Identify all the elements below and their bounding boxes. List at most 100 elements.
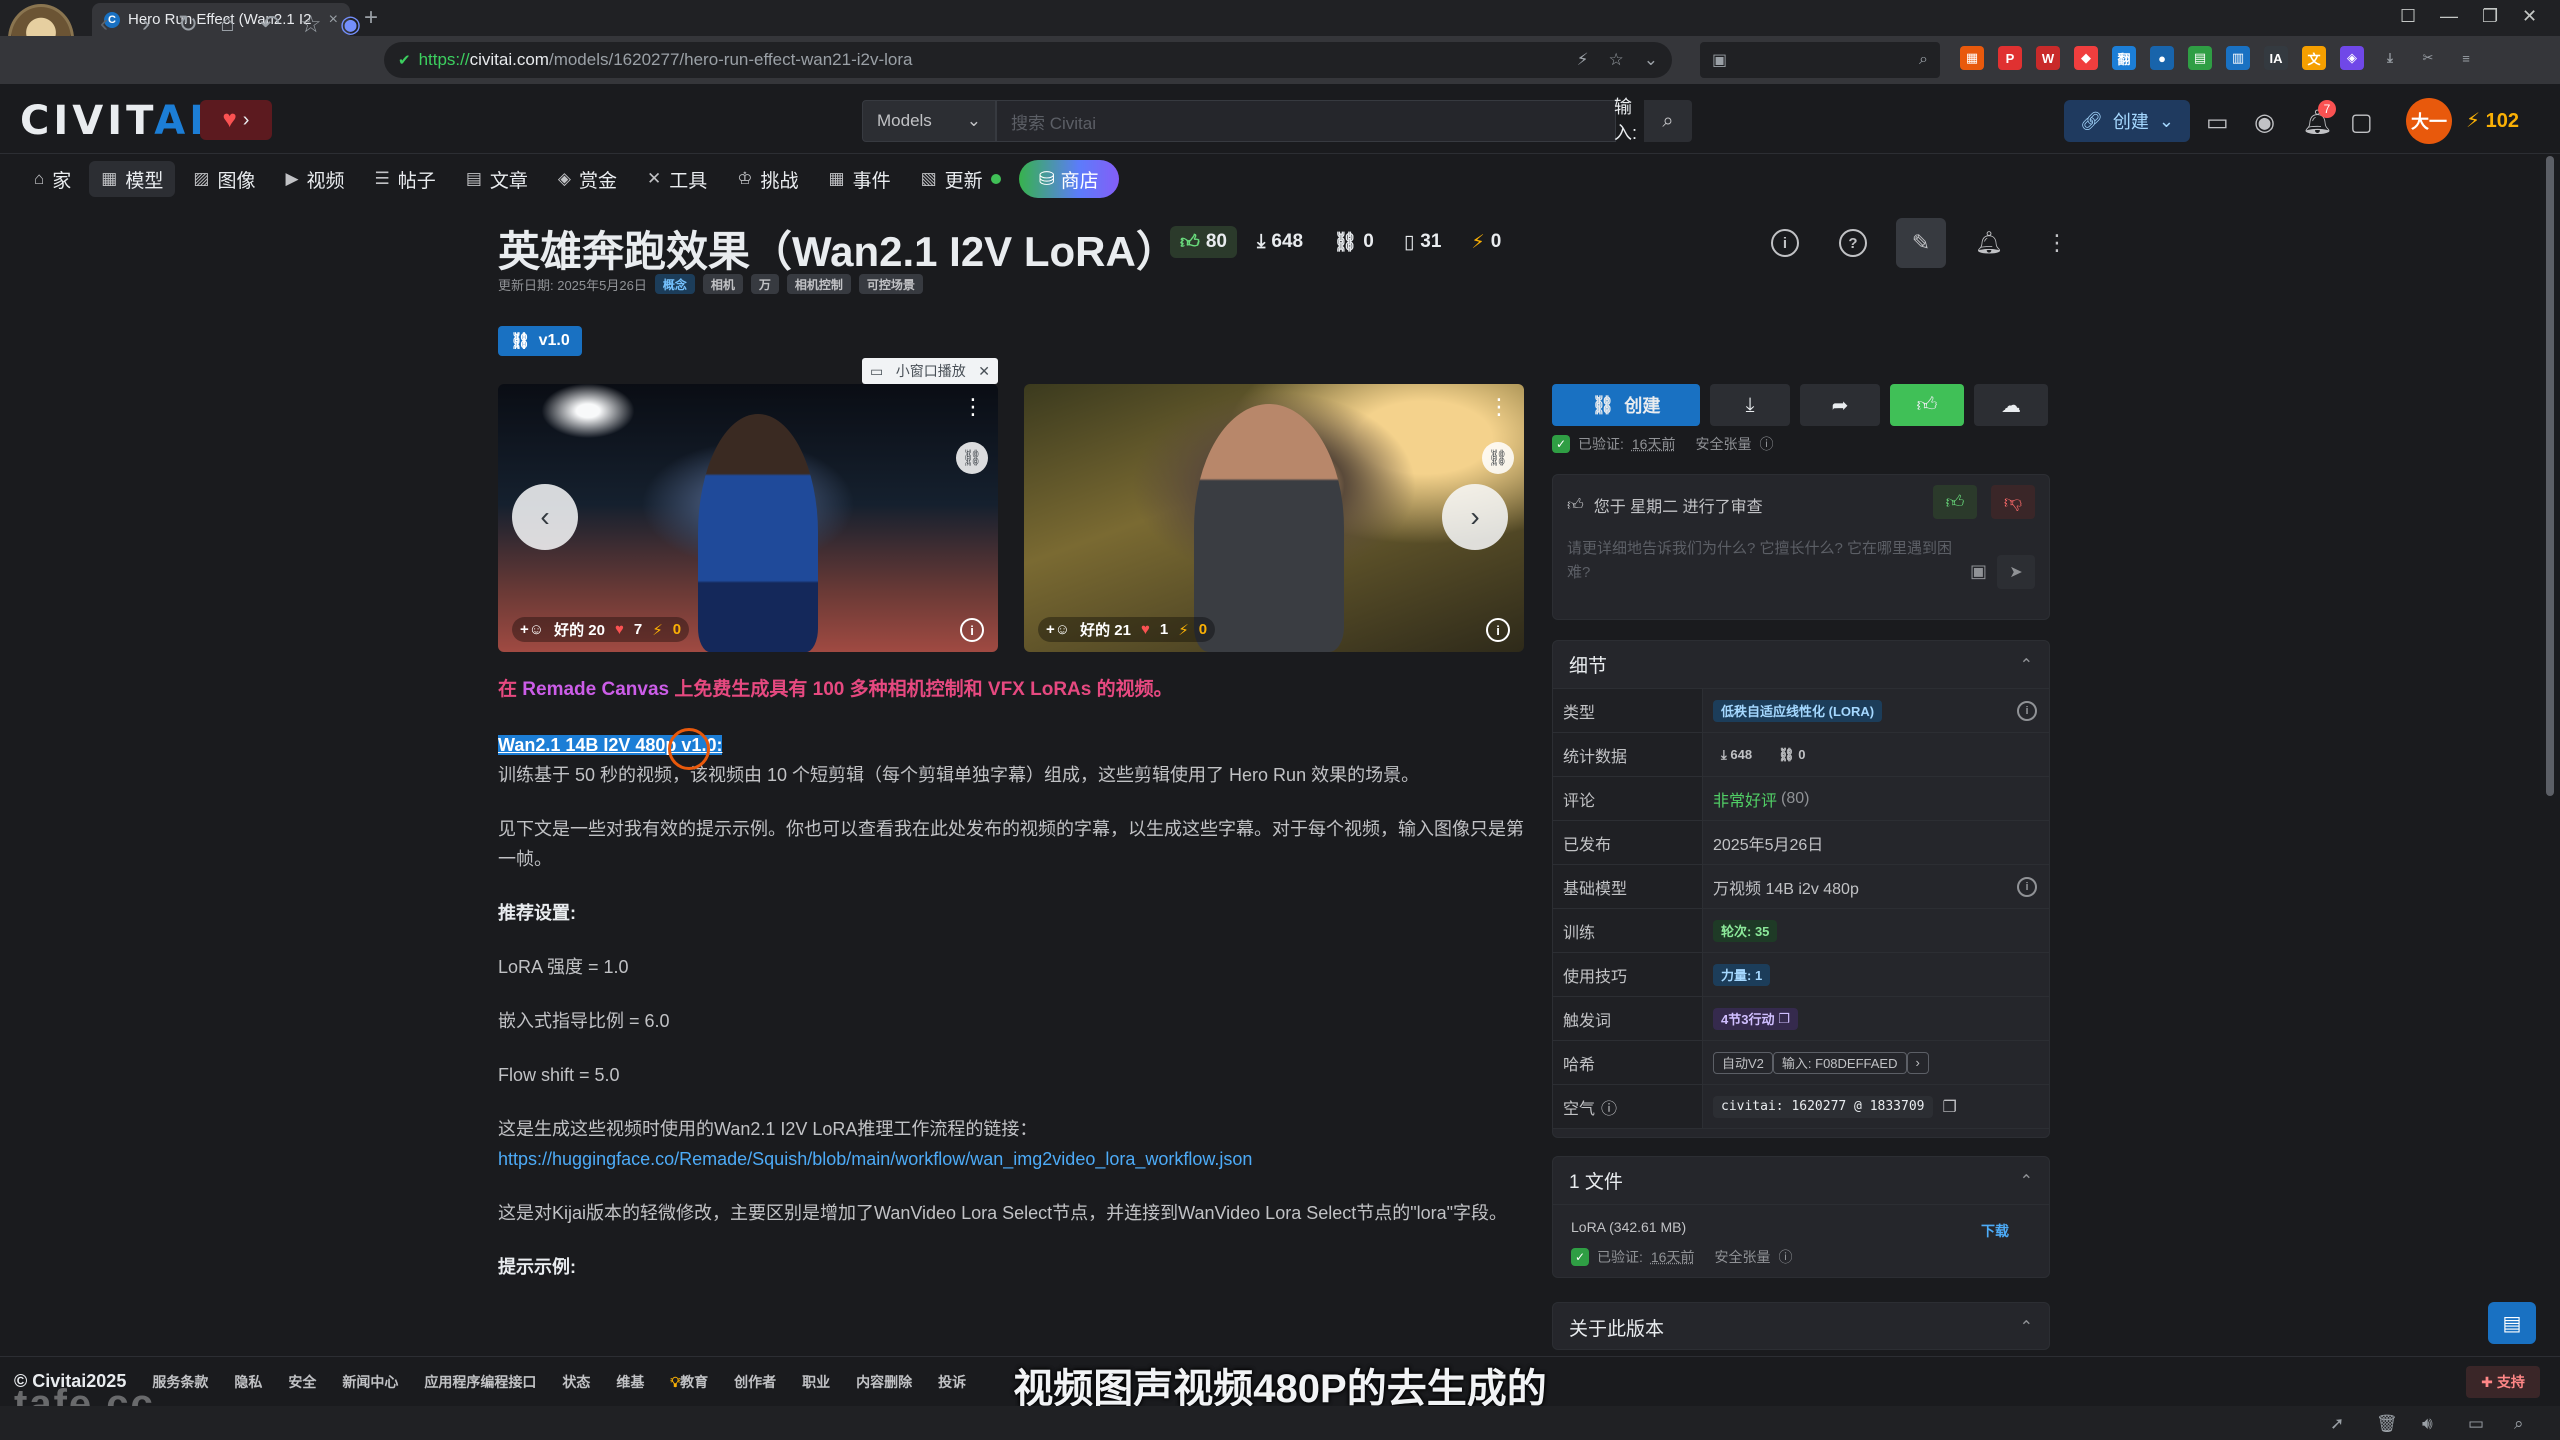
grid-app-icon[interactable]: ▦ xyxy=(1960,46,1984,70)
likes-stat[interactable]: 👍︎ 80 xyxy=(1170,226,1237,258)
translate-alt-icon[interactable]: 文 xyxy=(2302,46,2326,70)
info-icon[interactable]: i xyxy=(1486,618,1510,642)
nav-updates[interactable]: ▧ 更新 xyxy=(909,161,1013,197)
screen-icon[interactable]: ▭ xyxy=(2206,108,2229,137)
info-icon[interactable]: ⓘ xyxy=(1759,434,1773,454)
version-button[interactable]: ⛓ v1.0 xyxy=(498,326,582,356)
more-vertical-icon[interactable]: ⋮ xyxy=(962,394,984,420)
footer-link-report[interactable]: 投诉 xyxy=(938,1372,966,1392)
image-reactions[interactable]: +☺ 好的 21 ♥ 1 ⚡ 0 xyxy=(1038,617,1216,642)
picture-in-picture-button[interactable]: ▭ 小窗口播放 ✕ xyxy=(862,358,998,384)
carousel-prev-button[interactable]: ‹ xyxy=(512,484,578,550)
shield-ext-icon[interactable]: ◆ xyxy=(2074,46,2098,70)
link-icon[interactable]: ⛓ xyxy=(956,442,988,474)
nav-models[interactable]: ▦ 模型 xyxy=(89,161,176,197)
restore-icon[interactable]: ❐ xyxy=(2482,6,2498,27)
site-search-input[interactable]: 搜索 Civitai xyxy=(996,100,1616,142)
address-bar[interactable]: ✔ https://civitai.com/models/1620277/her… xyxy=(384,42,1672,78)
chat-icon[interactable]: ▢ xyxy=(2350,108,2373,137)
brush-button[interactable]: ✎ xyxy=(1896,218,1946,268)
copy-icon[interactable]: ❐ xyxy=(1943,1097,1957,1117)
tag-chip[interactable]: 可控场景 xyxy=(858,274,923,294)
footer-link-careers[interactable]: 职业 xyxy=(802,1372,830,1392)
file-download-link[interactable]: 下载 xyxy=(1981,1221,2009,1241)
info-icon[interactable]: i xyxy=(2017,700,2037,721)
lightning-icon[interactable]: ⚡ xyxy=(1577,50,1589,70)
like-button[interactable]: 👍︎ xyxy=(1890,384,1964,426)
scissors-icon[interactable]: ✂ xyxy=(2416,46,2440,70)
reader-icon[interactable]: ▥ xyxy=(2226,46,2250,70)
hash-type-select[interactable]: 自动V2 xyxy=(1713,1051,1773,1074)
nav-tools[interactable]: ✕ 工具 xyxy=(635,161,719,197)
info-button[interactable]: i xyxy=(1760,218,1810,268)
back-icon[interactable]: ‹ xyxy=(100,10,108,38)
buzz-stat[interactable]: ⚡ 0 xyxy=(1461,226,1511,258)
forward-icon[interactable]: › xyxy=(142,10,150,38)
footer-link-newsroom[interactable]: 新闻中心 xyxy=(342,1372,398,1392)
nav-articles[interactable]: ▤ 文章 xyxy=(454,161,540,197)
zoom-icon[interactable]: ⌕ xyxy=(2514,1414,2524,1434)
new-tab-icon[interactable]: + xyxy=(364,4,378,32)
extension-ai-icon[interactable]: ◉ xyxy=(340,10,361,39)
nav-home[interactable]: ⌂ 家 xyxy=(22,161,83,197)
buzz-balance[interactable]: ⚡ 102 xyxy=(2466,108,2519,133)
close-window-icon[interactable]: ✕ xyxy=(2522,6,2537,27)
files-header[interactable]: 1 文件 ⌃ xyxy=(1553,1157,2049,1205)
footer-link-privacy[interactable]: 隐私 xyxy=(234,1372,262,1392)
favorite-star-icon[interactable]: ☆ xyxy=(1609,50,1624,70)
download-button[interactable]: ⤓ xyxy=(1710,384,1790,426)
cloud-save-button[interactable]: ☁ xyxy=(1974,384,2048,426)
chat-fab-button[interactable]: ▤ xyxy=(2488,1302,2536,1344)
nav-videos[interactable]: ▶ 视频 xyxy=(273,161,356,197)
shop-button[interactable]: ⛁ 商店 xyxy=(1018,160,1119,198)
office-icon[interactable]: W xyxy=(2036,46,2060,70)
footer-link-education[interactable]: 💡︎教育 xyxy=(670,1372,708,1392)
download-icon[interactable]: ⤓ xyxy=(2378,46,2402,70)
reload-icon[interactable]: ↻ xyxy=(178,10,198,39)
civitai-logo[interactable]: CIVITAI xyxy=(20,98,208,144)
footer-link-content-removal[interactable]: 内容删除 xyxy=(856,1372,912,1392)
minimize-icon[interactable]: — xyxy=(2440,6,2458,27)
more-menu-button[interactable]: ⋮ xyxy=(2032,218,2082,268)
footer-link-wiki[interactable]: 维基 xyxy=(616,1372,644,1392)
pdf-icon[interactable]: P xyxy=(1998,46,2022,70)
search-icon[interactable]: ⌕ xyxy=(1919,51,1928,69)
bookmarks-stat[interactable]: ▯ 31 xyxy=(1394,226,1452,258)
chrome-ext-icon[interactable]: ● xyxy=(2150,46,2174,70)
undo-icon[interactable]: ↶ xyxy=(260,10,280,39)
search-category-select[interactable]: Models ⌄ xyxy=(862,100,996,142)
attach-image-icon[interactable]: ▣ xyxy=(1970,561,1987,582)
footer-link-terms[interactable]: 服务条款 xyxy=(152,1372,208,1392)
browser-search-box[interactable]: ▣ ⌕ xyxy=(1700,42,1940,78)
reviews-rating[interactable]: 非常好评 xyxy=(1713,787,1777,811)
review-thumbs-up-button[interactable]: 👍︎ xyxy=(1933,485,1977,519)
menu-icon[interactable]: ≡ xyxy=(2454,46,2478,70)
review-thumbs-down-button[interactable]: 👎︎ xyxy=(1991,485,2035,519)
tag-chip[interactable]: 相机 xyxy=(702,274,743,294)
footer-link-status[interactable]: 状态 xyxy=(562,1372,590,1392)
close-icon[interactable]: ✕ xyxy=(978,363,990,380)
nav-posts[interactable]: ☰ 帖子 xyxy=(363,161,448,197)
link-icon[interactable]: ⛓ xyxy=(1482,442,1514,474)
screenshot-icon[interactable]: ▤ xyxy=(2188,46,2212,70)
hash-value[interactable]: 输入: F08DEFFAED xyxy=(1772,1051,1907,1074)
home-icon[interactable]: ⌂ xyxy=(220,10,235,38)
star-icon[interactable]: ☆ xyxy=(300,10,322,39)
nav-events[interactable]: ▦ 事件 xyxy=(817,161,903,197)
footer-link-creators[interactable]: 创作者 xyxy=(734,1372,776,1392)
image-reactions[interactable]: +☺ 好的 20 ♥ 7 ⚡ 0 xyxy=(512,617,690,642)
nav-challenges[interactable]: ♔ 挑战 xyxy=(725,161,810,197)
volume-icon[interactable]: 🔊︎ xyxy=(2422,1414,2433,1434)
tag-chip[interactable]: 万 xyxy=(750,274,779,294)
create-dropdown-button[interactable]: 🔗︎ 创建 ⌄ xyxy=(2064,100,2190,142)
info-icon[interactable]: ⓘ xyxy=(1778,1247,1792,1267)
create-button[interactable]: ⛓ 创建 xyxy=(1552,384,1700,426)
notify-button[interactable]: 🔔︎ xyxy=(1964,218,2014,268)
carousel-next-button[interactable]: › xyxy=(1442,484,1508,550)
nav-bounties[interactable]: ◈ 赏金 xyxy=(546,161,629,197)
tag-chip[interactable]: 概念 xyxy=(654,274,695,294)
ia-icon[interactable]: IA xyxy=(2264,46,2288,70)
dropdown-chevron-icon[interactable]: ⌄ xyxy=(1644,50,1658,70)
page-scrollbar[interactable] xyxy=(2546,156,2554,796)
help-button[interactable]: ? xyxy=(1828,218,1878,268)
